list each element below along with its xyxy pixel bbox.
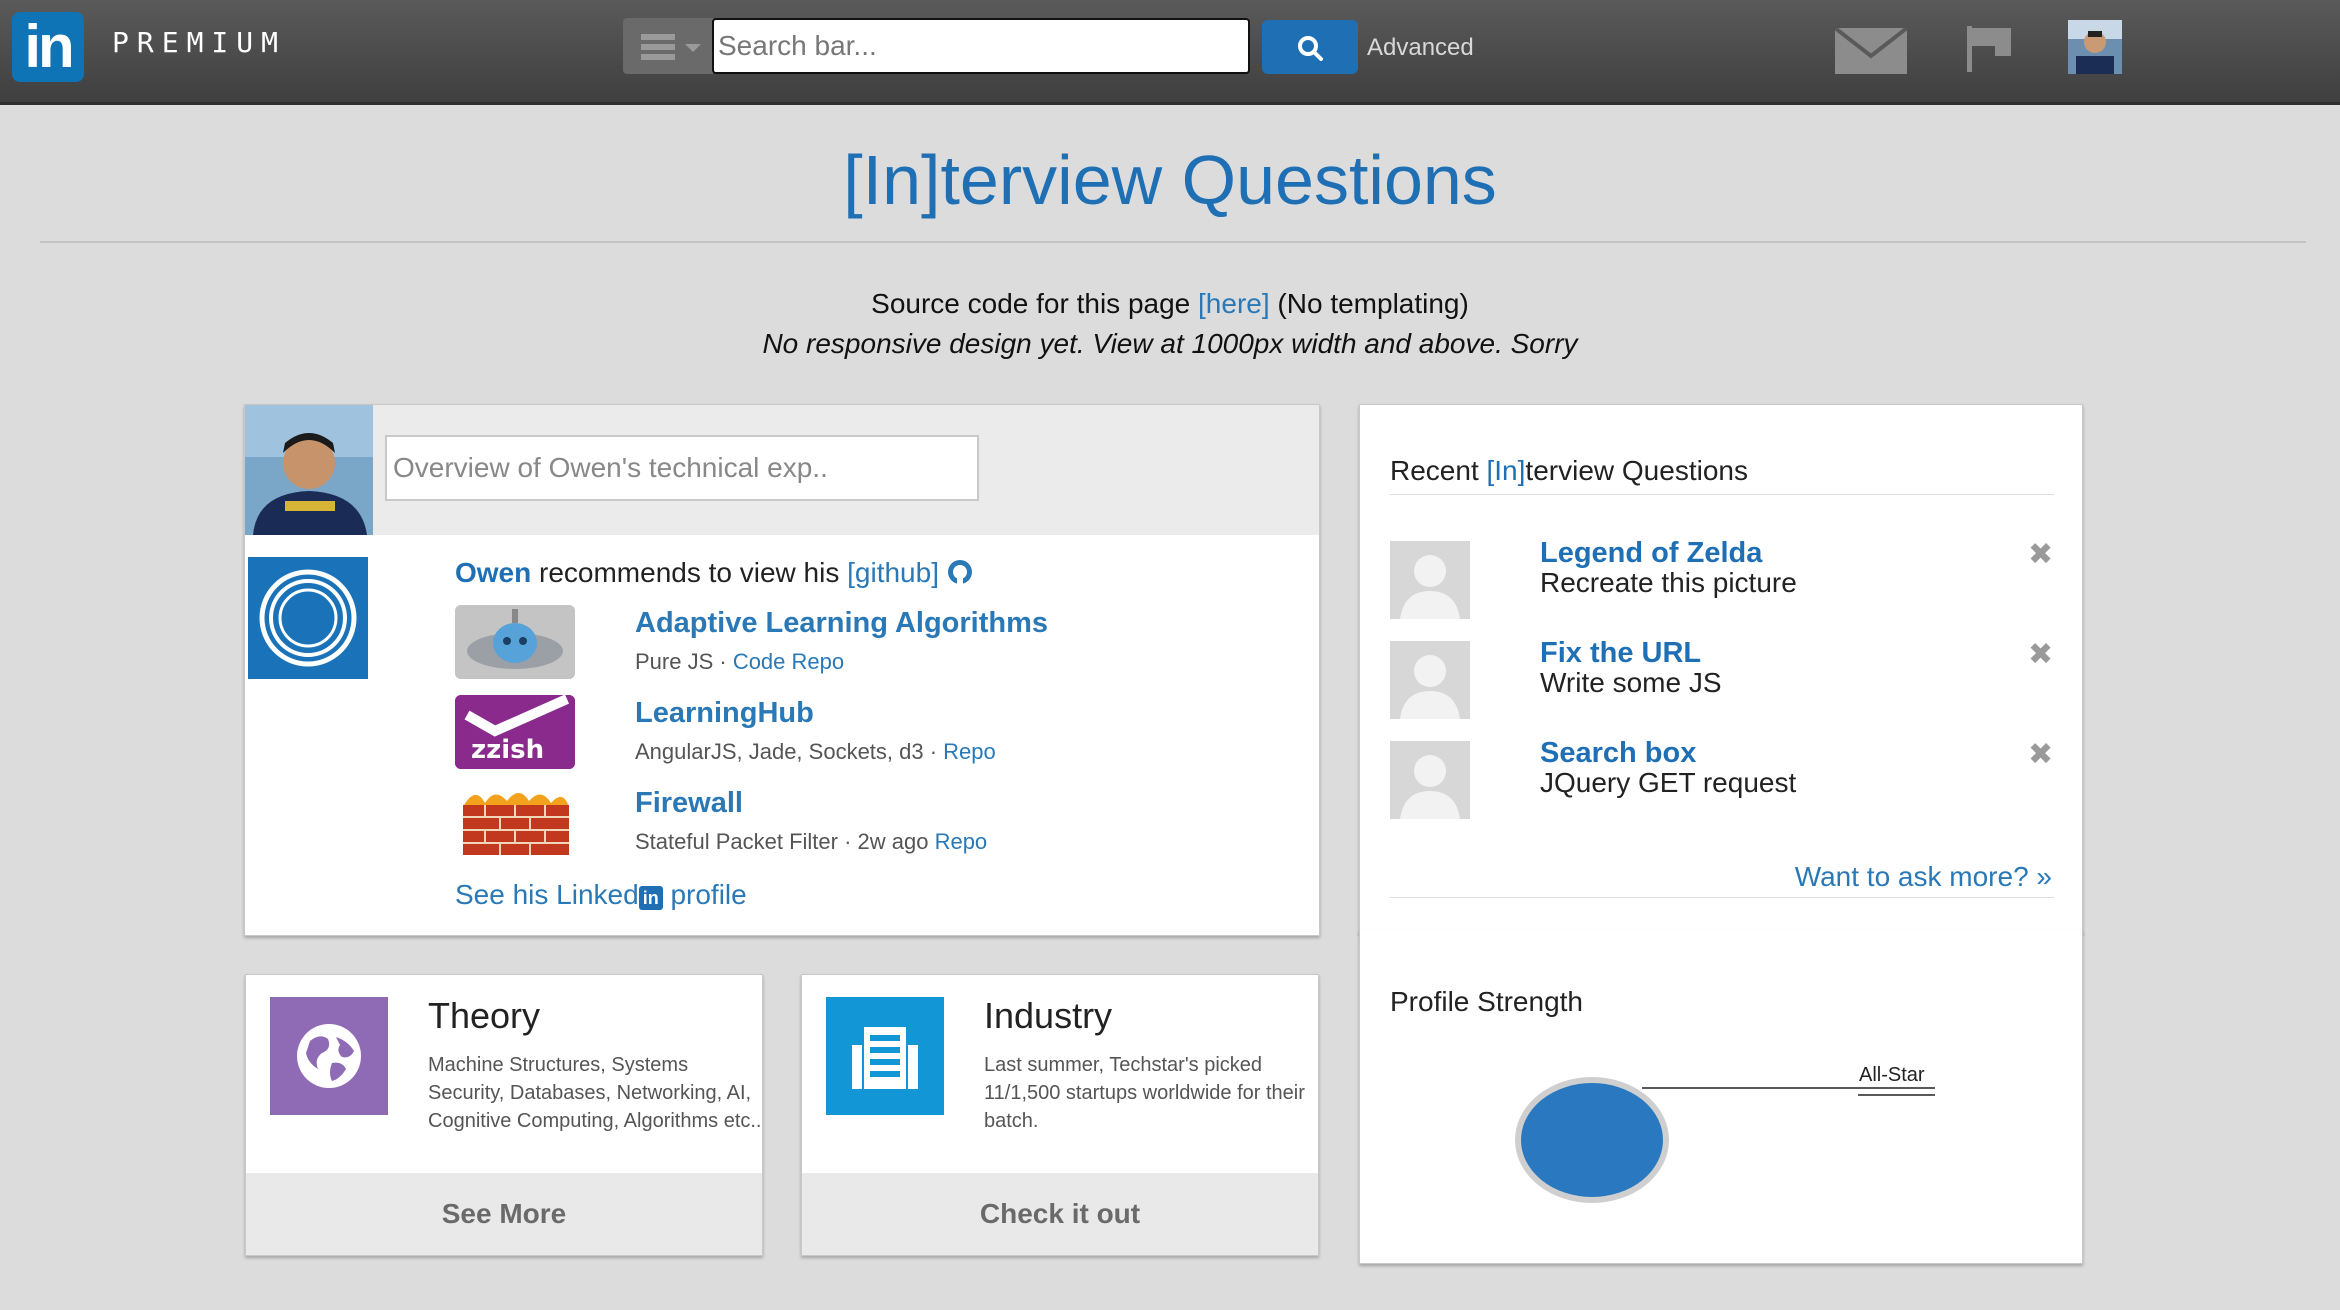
person-placeholder-icon (1390, 641, 1470, 719)
question-subtitle: JQuery GET request (1540, 767, 1797, 798)
source-here-link[interactable]: [here] (1198, 288, 1270, 319)
overview-input[interactable] (385, 435, 979, 501)
globe-icon (270, 997, 388, 1115)
strength-level-label: All-Star (1859, 1064, 1925, 1086)
industry-tile: Industry Last summer, Techstar's picked … (801, 974, 1319, 1256)
question-item[interactable]: Search box JQuery GET request ✖ (1390, 737, 2054, 821)
building-icon (826, 997, 944, 1115)
top-nav-bar: in PREMIUM Advanced (0, 0, 2340, 105)
repo-title[interactable]: LearningHub (635, 697, 814, 730)
zzish-label: zzish (471, 735, 545, 765)
theory-title: Theory (428, 995, 541, 1036)
recommend-line: Owen recommends to view his [github] (455, 557, 973, 589)
zzish-thumbnail: zzish (455, 695, 575, 769)
recent-questions-card: Recent [In]terview Questions Legend of Z… (1359, 404, 2083, 934)
github-icon[interactable] (947, 559, 973, 585)
recommend-name[interactable]: Owen (455, 557, 531, 588)
repo-title[interactable]: Firewall (635, 787, 743, 820)
title-divider (40, 241, 2306, 243)
repo-item[interactable]: zzish LearningHub AngularJS, Jade, Socke… (455, 695, 1255, 771)
profile-card-header (245, 405, 1319, 535)
repo-link[interactable]: Repo (943, 739, 996, 764)
close-icon[interactable]: ✖ (2028, 537, 2053, 572)
strength-gauge (1515, 1077, 1935, 1203)
github-link[interactable]: [github] (847, 557, 939, 588)
question-subtitle: Write some JS (1540, 667, 1722, 698)
question-title[interactable]: Fix the URL (1540, 637, 1701, 670)
strength-circle (1515, 1077, 1669, 1203)
repo-link[interactable]: Repo (935, 829, 988, 854)
divider (1390, 897, 2054, 898)
repo-link[interactable]: Code Repo (733, 649, 844, 674)
divider (1390, 494, 2054, 495)
person-placeholder-icon (1390, 541, 1470, 619)
search-input[interactable] (712, 18, 1250, 74)
ask-more-link[interactable]: Want to ask more? » (1795, 861, 2052, 893)
firewall-thumbnail (455, 785, 575, 859)
close-icon[interactable]: ✖ (2028, 637, 2053, 672)
menu-dropdown-button[interactable] (623, 18, 713, 74)
see-more-button[interactable]: See More (246, 1173, 762, 1255)
repo-subtitle: Pure JS · Code Repo (635, 649, 845, 674)
source-prefix: Source code for this page (871, 288, 1199, 319)
responsive-note: No responsive design yet. View at 1000px… (762, 328, 1578, 359)
caret-down-icon (685, 44, 701, 52)
question-title[interactable]: Legend of Zelda (1540, 537, 1762, 570)
search-icon (1298, 36, 1323, 61)
question-item[interactable]: Legend of Zelda Recreate this picture ✖ (1390, 537, 2054, 621)
repo-subtitle: Stateful Packet Filter · 2w ago Repo (635, 829, 988, 854)
user-avatar[interactable] (2068, 20, 2122, 74)
hamburger-icon (641, 34, 675, 60)
close-icon[interactable]: ✖ (2028, 737, 2053, 772)
linkedin-logo[interactable]: in (12, 12, 84, 82)
question-item[interactable]: Fix the URL Write some JS ✖ (1390, 637, 2054, 721)
theory-description: Machine Structures, Systems Security, Da… (428, 1054, 762, 1132)
search-button[interactable] (1262, 20, 1358, 74)
ring-logo-icon (248, 557, 368, 679)
check-it-out-button[interactable]: Check it out (802, 1173, 1318, 1255)
linkedin-in-icon: in (638, 886, 663, 910)
recent-questions-title: Recent [In]terview Questions (1390, 455, 1748, 486)
repo-item[interactable]: Adaptive Learning Algorithms Pure JS · C… (455, 605, 1255, 681)
owen-photo (245, 405, 373, 535)
profile-strength-card: Profile Strength All-Star (1359, 930, 2083, 1264)
advanced-search-link[interactable]: Advanced (1367, 34, 1474, 62)
theory-tile: Theory Machine Structures, Systems Secur… (245, 974, 763, 1256)
robot-thumbnail (455, 605, 575, 679)
flag-icon[interactable] (1965, 24, 2015, 74)
mail-icon[interactable] (1835, 28, 1907, 74)
question-subtitle: Recreate this picture (1540, 567, 1797, 598)
question-title[interactable]: Search box (1540, 737, 1696, 770)
source-suffix: (No templating) (1269, 288, 1469, 319)
repo-subtitle: AngularJS, Jade, Sockets, d3 · Repo (635, 739, 996, 764)
industry-title: Industry (984, 995, 1113, 1036)
repo-title[interactable]: Adaptive Learning Algorithms (635, 607, 1048, 640)
repo-item[interactable]: Firewall Stateful Packet Filter · 2w ago… (455, 785, 1255, 861)
source-code-line: Source code for this page [here] (No tem… (0, 288, 2340, 320)
person-placeholder-icon (1390, 741, 1470, 819)
page-title: [In]terview Questions (843, 141, 1497, 219)
recommend-text: recommends to view his (531, 557, 848, 588)
premium-label: PREMIUM (112, 26, 287, 59)
profile-card: Owen recommends to view his [github] Ada… (244, 404, 1320, 936)
see-linkedin-profile-link[interactable]: See his Linked in profile (455, 879, 747, 911)
industry-description: Last summer, Techstar's picked 11/1,500 … (984, 1054, 1305, 1132)
